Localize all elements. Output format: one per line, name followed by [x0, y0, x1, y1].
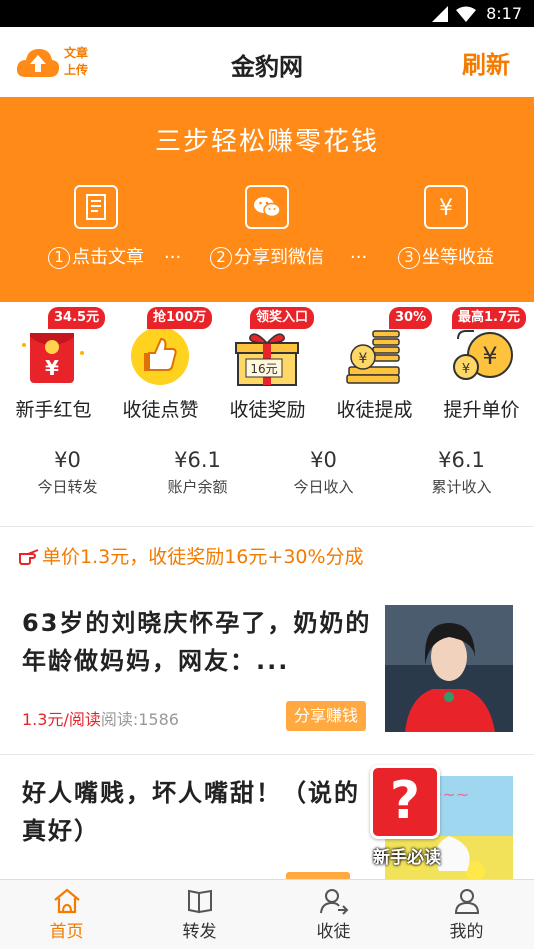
stat-value: ¥6.1	[438, 448, 485, 472]
stat-caption: 今日转发	[37, 478, 98, 496]
status-bar: 8:17	[0, 0, 534, 27]
step-number: 3	[398, 247, 420, 269]
feature-label: 新手红包	[15, 399, 92, 421]
step-label: 点击文章	[72, 247, 144, 268]
stat-value: ¥0	[54, 448, 81, 472]
share-earn-button[interactable]: 分享赚钱	[286, 701, 367, 731]
step-click-article[interactable]: 1 点击文章	[26, 185, 166, 269]
divider	[0, 526, 534, 527]
tab-forward[interactable]: 转发	[133, 880, 266, 950]
step-separator: ···	[350, 247, 368, 268]
pointing-hand-icon	[19, 549, 39, 565]
feature-recruit-commission[interactable]: ¥ 30% 收徒提成	[321, 303, 433, 422]
banner-title: 三步轻松赚零花钱	[154, 127, 379, 157]
tab-mine[interactable]: 我的	[400, 880, 533, 950]
question-mark-icon: ?	[370, 765, 440, 839]
signal-icon	[432, 6, 448, 22]
newbie-guide-button[interactable]: ? 新手必读	[367, 765, 445, 869]
article-price: 1.3元/阅读	[22, 710, 101, 729]
stat-today-income[interactable]: ¥0 今日收入	[257, 448, 390, 497]
price-tip[interactable]: 单价1.3元，收徒奖励16元+30%分成	[18, 542, 364, 569]
stat-value: ¥0	[310, 448, 337, 472]
book-icon	[187, 889, 212, 914]
add-user-icon	[319, 889, 348, 915]
stat-today-forwards[interactable]: ¥0 今日转发	[1, 448, 134, 497]
newbie-guide-label: 新手必读	[373, 848, 441, 868]
coin-stack-icon: ¥	[346, 330, 400, 384]
step-number: 2	[210, 247, 232, 269]
stat-account-balance[interactable]: ¥6.1 账户余额	[131, 448, 264, 497]
feature-recruit-reward[interactable]: 16元 领奖入口 收徒奖励	[214, 303, 321, 422]
feature-label: 收徒提成	[336, 399, 413, 421]
page-title: 金豹网	[231, 53, 303, 81]
app-header: 文章 上传 金豹网 刷新	[0, 27, 534, 97]
thumbs-up-icon	[131, 327, 189, 385]
feature-badge: 最高1.7元	[452, 307, 527, 329]
feature-badge: 领奖入口	[250, 307, 315, 329]
step-wait-earnings[interactable]: ¥ 3 坐等收益	[376, 185, 516, 269]
stat-caption: 账户余额	[167, 478, 228, 496]
stat-value: ¥6.1	[174, 448, 221, 472]
svg-text:¥: ¥	[482, 342, 497, 370]
tab-label: 收徒	[316, 922, 351, 942]
step-share-wechat[interactable]: 2 分享到微信	[197, 185, 337, 269]
feature-newbie-red-packet[interactable]: ¥ 34.5元 新手红包	[0, 303, 107, 422]
share-earn-button[interactable]	[286, 872, 350, 879]
feature-label: 收徒奖励	[229, 399, 306, 421]
step-label: 坐等收益	[422, 247, 494, 268]
stat-total-income[interactable]: ¥6.1 累计收入	[395, 448, 528, 497]
tab-home[interactable]: 首页	[0, 880, 133, 950]
promo-banner: 三步轻松赚零花钱 1 点击文章 2 分享到微信 ¥ 3 坐等收益 ··· ···	[0, 97, 534, 302]
feature-raise-unit-price[interactable]: ¥ ¥ 最高1.7元 提升单价	[428, 303, 534, 422]
article-list-icon	[74, 185, 118, 229]
refresh-button[interactable]: 刷新	[462, 45, 510, 80]
tab-label: 首页	[49, 922, 84, 942]
feature-badge: 抢100万	[147, 307, 213, 329]
stat-caption: 今日收入	[293, 478, 354, 496]
feature-grid: ¥ 34.5元 新手红包 抢100万 收徒点赞 16元 领奖入口 收徒奖励 ¥ …	[0, 303, 534, 431]
bottom-tab-bar: 首页 转发 收徒 我的	[0, 879, 534, 949]
article-item[interactable]: 好人嘴贱，坏人嘴甜！（说的真好） ~~~	[0, 760, 534, 879]
wechat-icon	[245, 185, 289, 229]
feature-badge: 34.5元	[48, 307, 106, 329]
article-thumbnail	[385, 605, 513, 732]
step-number: 1	[48, 247, 70, 269]
svg-text:¥: ¥	[462, 362, 470, 377]
svg-text:¥: ¥	[45, 356, 59, 380]
gold-coins-icon: ¥ ¥	[453, 330, 513, 380]
feature-label: 提升单价	[443, 399, 520, 421]
tab-recruit[interactable]: 收徒	[267, 880, 400, 950]
status-time: 8:17	[486, 4, 522, 23]
home-icon	[53, 888, 80, 914]
feature-badge: 30%	[389, 307, 433, 329]
article-item[interactable]: 63岁的刘晓庆怀孕了，奶奶的年龄做妈妈，网友：... 1.3元/阅读阅读:158…	[0, 590, 534, 755]
feature-recruit-like[interactable]: 抢100万 收徒点赞	[107, 303, 214, 422]
article-title: 63岁的刘晓庆怀孕了，奶奶的年龄做妈妈，网友：...	[22, 609, 372, 675]
svg-text:¥: ¥	[439, 196, 453, 221]
divider	[0, 754, 534, 755]
price-tip-text: 单价1.3元，收徒奖励16元+30%分成	[42, 546, 364, 568]
step-separator: ···	[164, 247, 182, 268]
tab-label: 转发	[182, 922, 217, 942]
article-title: 好人嘴贱，坏人嘴甜！（说的真好）	[22, 779, 360, 845]
gift-amount: 16元	[250, 362, 277, 376]
wifi-icon	[456, 6, 476, 22]
person-icon	[454, 889, 479, 914]
stat-caption: 累计收入	[431, 478, 492, 496]
svg-text:¥: ¥	[359, 351, 368, 367]
article-reads: 阅读:1586	[100, 710, 179, 729]
gift-box-icon: 16元	[235, 333, 299, 386]
earnings-stats: ¥0 今日转发 ¥6.1 账户余额 ¥0 今日收入 ¥6.1 累计收入	[0, 448, 534, 518]
step-label: 分享到微信	[234, 247, 324, 268]
feature-label: 收徒点赞	[122, 399, 199, 421]
tab-label: 我的	[449, 922, 484, 942]
yen-icon: ¥	[424, 185, 468, 229]
red-envelope-icon: ¥	[22, 333, 84, 383]
